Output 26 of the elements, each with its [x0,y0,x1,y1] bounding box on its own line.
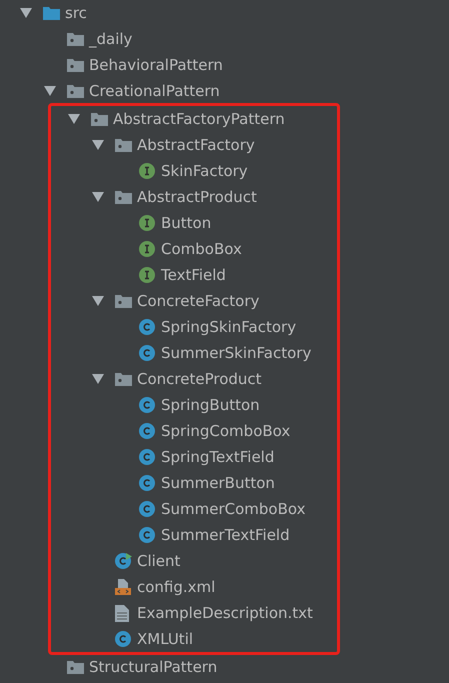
tree-item-label[interactable]: _daily [89,28,132,50]
tree-item-label[interactable]: SkinFactory [161,160,248,182]
tree-item-label[interactable]: ComboBox [161,238,242,260]
tree-item-label[interactable]: SummerComboBox [161,498,306,520]
tree-item-label[interactable]: StructuralPattern [89,656,218,678]
tree-item-label[interactable]: SummerTextField [161,524,290,546]
tree-item-label[interactable]: CreationalPattern [89,80,220,102]
tree-item-label[interactable]: SummerButton [161,472,275,494]
tree-item-label[interactable]: TextField [161,264,226,286]
tree-item-label[interactable]: AbstractFactoryPattern [113,108,285,130]
tree-item-label[interactable]: Client [137,550,180,572]
tree-item-label[interactable]: ConcreteFactory [137,290,260,312]
tree-item-label[interactable]: XMLUtil [137,628,194,650]
tree-item-label[interactable]: config.xml [137,576,216,598]
tree-item-label[interactable]: src [65,2,87,24]
tree-item-label[interactable]: SpringSkinFactory [161,316,296,338]
tree-item-label[interactable]: ConcreteProduct [137,368,262,390]
tree-item-label[interactable]: SummerSkinFactory [161,342,312,364]
tree-item-label[interactable]: SpringButton [161,394,260,416]
tree-item-label[interactable]: AbstractProduct [137,186,257,208]
tree-item-label[interactable]: AbstractFactory [137,134,255,156]
tree-item-label[interactable]: SpringTextField [161,446,274,468]
tree-item-label[interactable]: SpringComboBox [161,420,290,442]
tree-item-label[interactable]: ExampleDescription.txt [137,602,313,624]
tree-item-label[interactable]: Button [161,212,212,234]
tree-item-label[interactable]: BehavioralPattern [89,54,223,76]
